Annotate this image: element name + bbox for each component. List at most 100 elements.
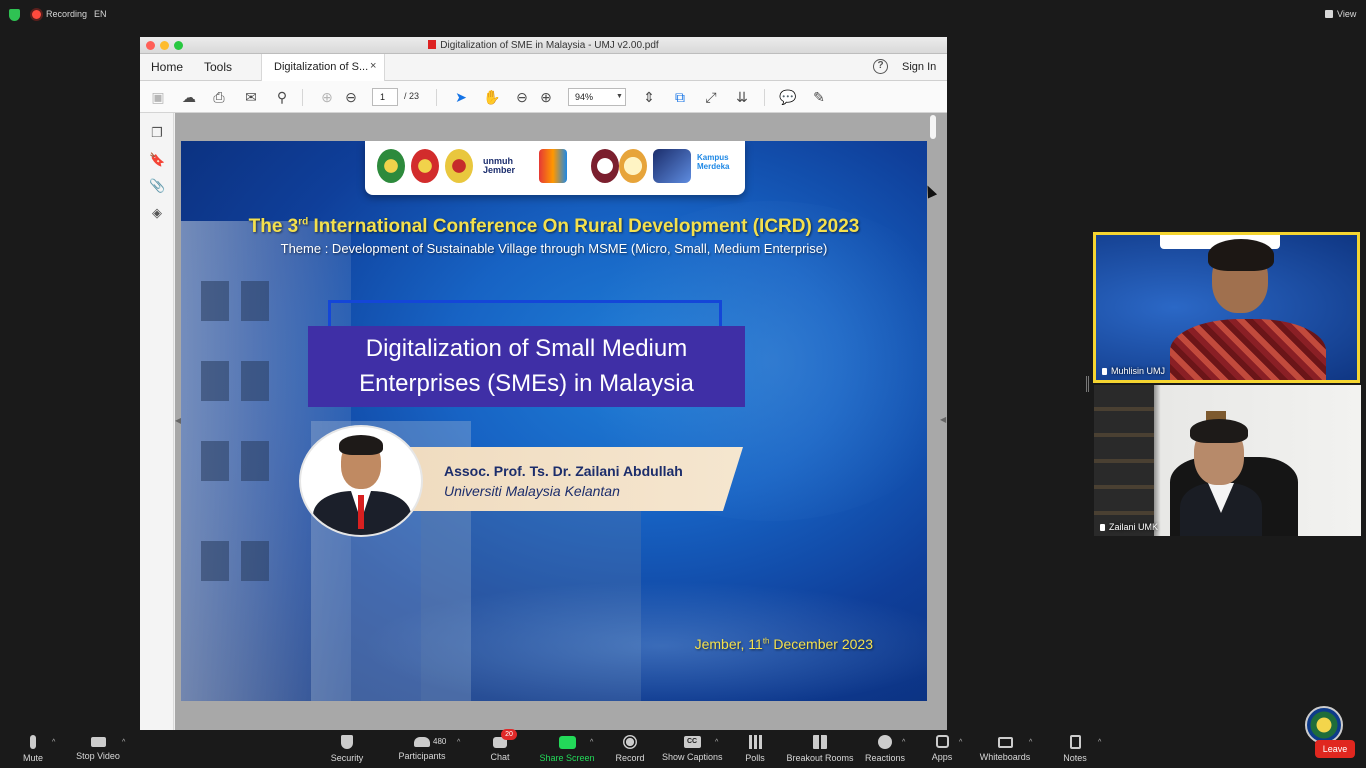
organization-seal-logo xyxy=(1305,706,1343,744)
sign-in-button[interactable]: Sign In xyxy=(902,61,936,73)
mute-button[interactable]: Mute xyxy=(14,730,52,768)
stop-video-label: Stop Video xyxy=(76,751,120,761)
knowledge-logo xyxy=(619,149,647,183)
security-button[interactable]: Security xyxy=(325,730,369,768)
building-window xyxy=(241,281,269,321)
polls-button[interactable]: Polls xyxy=(738,730,772,768)
building-window xyxy=(241,361,269,401)
tab-document[interactable]: Digitalization of S... × xyxy=(261,54,385,81)
help-icon[interactable]: ? xyxy=(873,59,888,74)
building-window xyxy=(241,441,269,481)
conference-theme: Theme : Development of Sustainable Villa… xyxy=(280,241,828,256)
unmuh-jember-logo: unmuh Jember xyxy=(483,157,515,175)
page-number-input[interactable]: 1 xyxy=(372,88,398,106)
participant-body xyxy=(1170,319,1326,380)
full-screen-icon[interactable]: ⤢ xyxy=(702,89,720,105)
email-icon[interactable]: ✉ xyxy=(242,89,260,105)
tab-bar: Home Tools Digitalization of S... × ? Si… xyxy=(140,54,947,81)
vertical-scrollbar[interactable] xyxy=(930,115,936,139)
layers-icon[interactable]: ◈ xyxy=(149,205,165,221)
notes-icon xyxy=(1069,735,1081,749)
share-screen-icon xyxy=(558,736,576,749)
comment-icon[interactable]: 💬 xyxy=(779,89,797,105)
video-options-chevron-icon[interactable]: ^ xyxy=(122,739,125,746)
collapse-right-panel-icon[interactable]: ◀ xyxy=(940,415,946,424)
language-indicator[interactable]: EN xyxy=(94,9,107,19)
save-icon[interactable]: ▣ xyxy=(149,89,167,105)
whiteboards-button[interactable]: Whiteboards xyxy=(976,730,1034,768)
tab-tools[interactable]: Tools xyxy=(204,60,232,74)
zoom-level-value: 94% xyxy=(575,92,594,102)
print-icon[interactable]: ⎙ xyxy=(210,89,228,105)
aircraft-logo xyxy=(653,149,691,183)
chat-label: Chat xyxy=(490,752,510,762)
b-logo xyxy=(591,149,619,183)
zoom-out-icon[interactable]: ⊖ xyxy=(513,89,531,105)
encryption-shield-icon[interactable] xyxy=(9,9,20,21)
reactions-options-chevron-icon[interactable]: ^ xyxy=(902,739,905,746)
participant-name-tag: Zailani UMK xyxy=(1100,522,1158,532)
conference-title-part: International Conference On Rural Develo… xyxy=(308,216,860,237)
portrait-tie xyxy=(358,495,364,529)
next-page-icon[interactable]: ⊖ xyxy=(342,89,360,105)
show-captions-button[interactable]: CC Show Captions xyxy=(662,730,723,768)
notes-options-chevron-icon[interactable]: ^ xyxy=(1098,739,1101,746)
resize-handle[interactable] xyxy=(1086,376,1089,392)
meeting-top-bar: Recording EN View xyxy=(0,0,1366,30)
notes-button[interactable]: Notes xyxy=(1058,730,1092,768)
conference-title-part: The 3 xyxy=(248,216,299,237)
zoom-level-select[interactable]: 94% ▼ xyxy=(568,88,626,106)
participant-hair xyxy=(1208,239,1274,271)
breakout-rooms-button[interactable]: Breakout Rooms xyxy=(786,730,854,768)
participants-label: Participants xyxy=(398,751,446,761)
record-button[interactable]: Record xyxy=(609,730,651,768)
participant-name: Zailani UMK xyxy=(1109,522,1159,532)
whiteboards-options-chevron-icon[interactable]: ^ xyxy=(1029,739,1032,746)
merdeka-logo-text: Merdeka xyxy=(697,162,730,171)
share-options-chevron-icon[interactable]: ^ xyxy=(590,739,593,746)
participants-button[interactable]: Participants xyxy=(396,730,448,768)
participants-count: 480 xyxy=(433,737,447,746)
apps-options-chevron-icon[interactable]: ^ xyxy=(959,739,962,746)
recording-label[interactable]: Recording xyxy=(46,9,87,19)
attachment-icon[interactable]: 📎 xyxy=(149,178,165,194)
previous-page-icon[interactable]: ⊕ xyxy=(318,89,336,105)
participants-icon xyxy=(414,737,430,747)
search-icon[interactable]: ⚲ xyxy=(273,89,291,105)
zoom-in-icon[interactable]: ⊕ xyxy=(537,89,555,105)
speaker-name: Assoc. Prof. Ts. Dr. Zailani Abdullah xyxy=(444,463,683,479)
chat-button[interactable]: Chat 20 xyxy=(482,729,518,768)
share-screen-button[interactable]: Share Screen xyxy=(538,730,596,768)
talk-title-line-1: Digitalization of Small Medium xyxy=(365,335,688,362)
page-thumbnails-icon[interactable]: ❐ xyxy=(149,125,165,141)
toolbar-divider xyxy=(436,89,437,106)
tab-home[interactable]: Home xyxy=(151,60,183,74)
reading-mode-icon[interactable]: ⇊ xyxy=(733,89,751,105)
video-camera-icon xyxy=(90,737,106,747)
breakout-rooms-grid-icon xyxy=(813,735,827,749)
view-button[interactable]: View xyxy=(1337,9,1356,19)
view-icon[interactable] xyxy=(1325,10,1333,18)
tab-close-button[interactable]: × xyxy=(370,60,376,72)
captions-options-chevron-icon[interactable]: ^ xyxy=(715,739,718,746)
leave-meeting-button[interactable]: Leave xyxy=(1315,740,1355,758)
stop-video-button[interactable]: Stop Video xyxy=(72,730,124,768)
scroll-mode-icon[interactable]: ⧉ xyxy=(671,89,689,105)
participant-video[interactable]: Zailani UMK xyxy=(1094,385,1361,536)
participant-video-active-speaker[interactable]: Muhlisin UMJ xyxy=(1093,232,1360,383)
pdf-file-icon xyxy=(428,40,437,49)
pen-icon[interactable]: ✎ xyxy=(810,89,828,105)
select-pointer-icon[interactable]: ➤ xyxy=(452,89,470,105)
fit-page-icon[interactable]: ⇕ xyxy=(640,89,658,105)
chevron-down-icon: ▼ xyxy=(616,93,623,100)
bookmark-icon[interactable]: 🔖 xyxy=(149,152,165,168)
participants-options-chevron-icon[interactable]: ^ xyxy=(457,739,460,746)
event-date-part: December 2023 xyxy=(769,636,873,652)
record-label: Record xyxy=(615,753,645,763)
apps-button[interactable]: Apps xyxy=(924,730,960,768)
upload-cloud-icon[interactable]: ☁ xyxy=(180,89,198,105)
conference-title-ordinal: rd xyxy=(298,216,309,228)
reactions-button[interactable]: Reactions xyxy=(862,730,908,768)
hand-tool-icon[interactable]: ✋ xyxy=(483,89,501,105)
audio-options-chevron-icon[interactable]: ^ xyxy=(52,739,55,746)
